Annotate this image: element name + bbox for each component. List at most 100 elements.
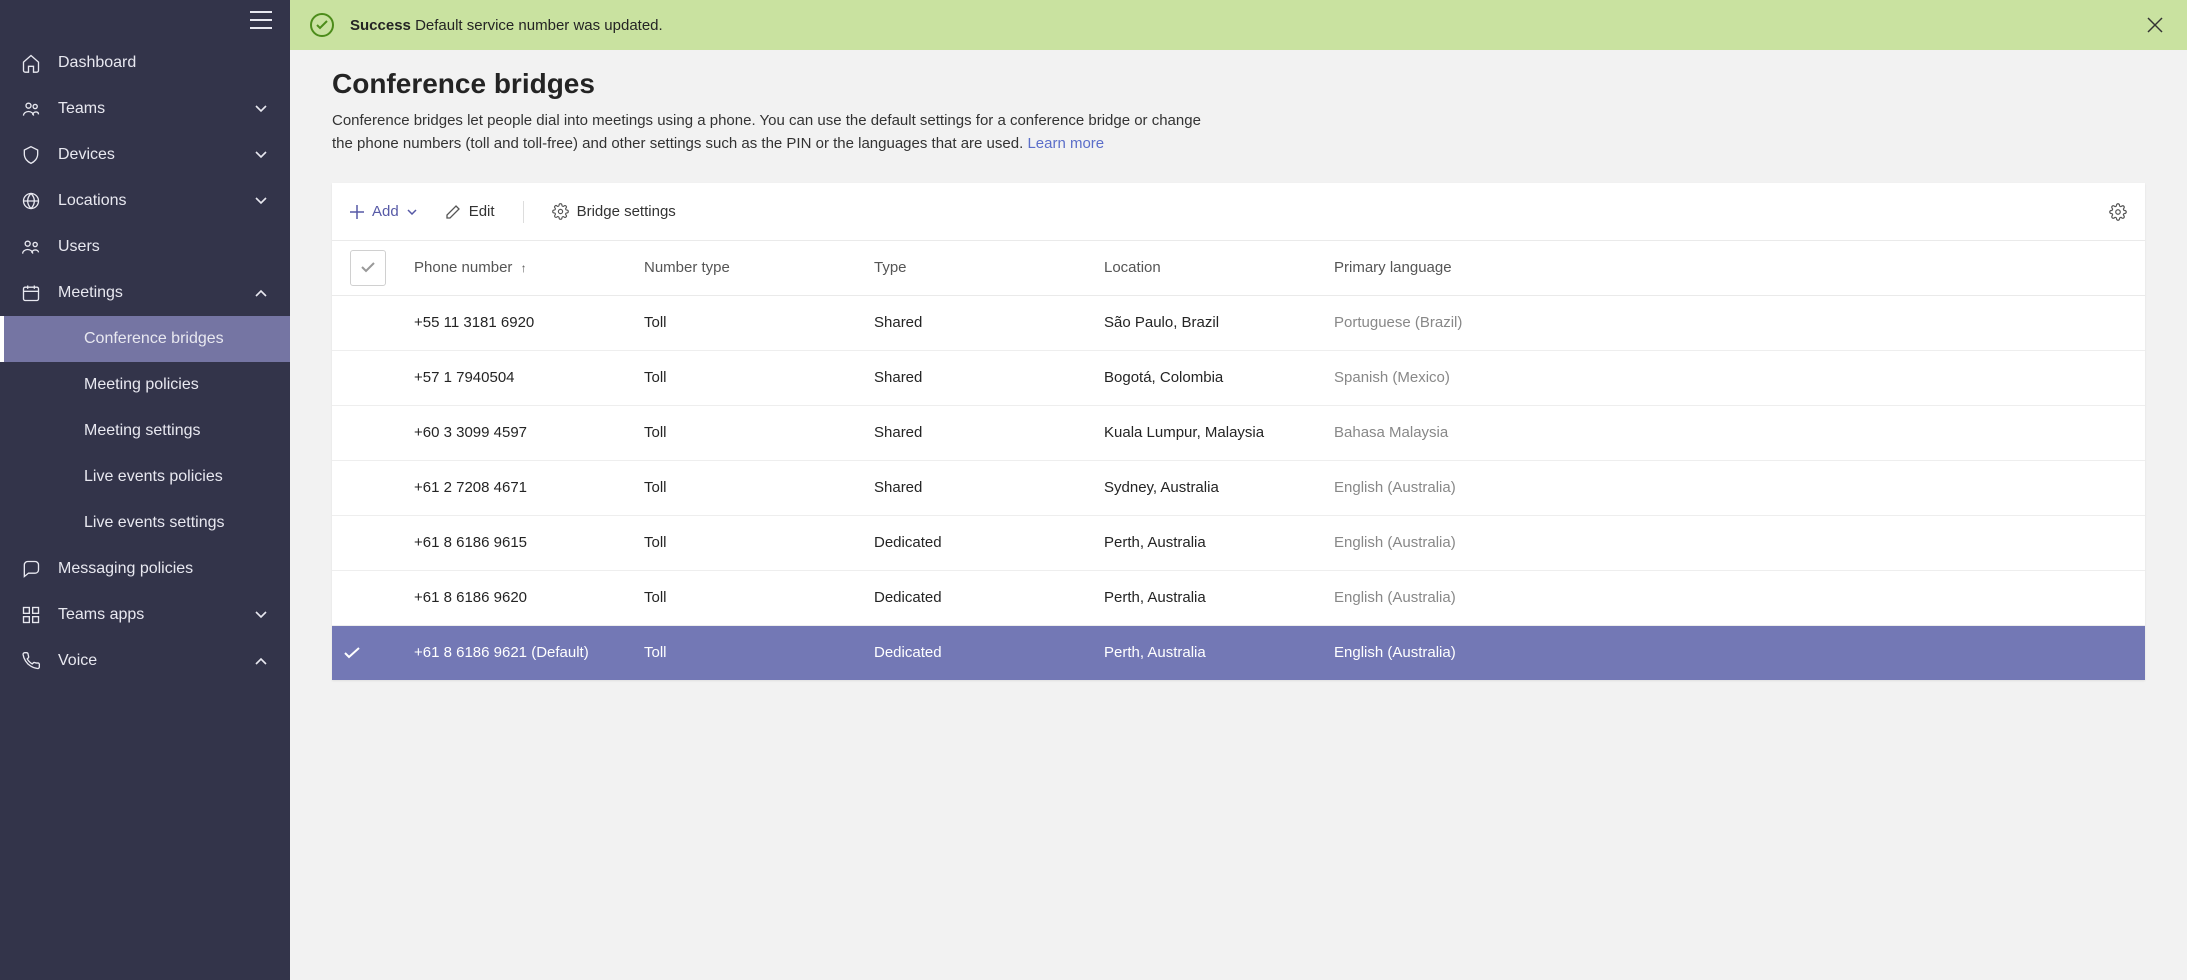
- cell-phone: +57 1 7940504: [402, 350, 632, 405]
- chevron-down-icon: [252, 192, 270, 210]
- plus-icon: [350, 205, 364, 219]
- sidebar-item-devices[interactable]: Devices: [0, 132, 290, 178]
- row-check[interactable]: [332, 295, 402, 350]
- learn-more-link[interactable]: Learn more: [1027, 135, 1104, 152]
- sidebar-item-label: Messaging policies: [58, 560, 270, 578]
- sidebar-item-teams-apps[interactable]: Teams apps: [0, 592, 290, 638]
- chevron-down-icon: [252, 606, 270, 624]
- page-title: Conference bridges: [332, 68, 2145, 100]
- cell-language: English (Australia): [1322, 515, 2145, 570]
- sidebar-item-messaging-policies[interactable]: Messaging policies: [0, 546, 290, 592]
- cell-language: English (Australia): [1322, 460, 2145, 515]
- cell-location: Perth, Australia: [1092, 570, 1322, 625]
- row-check[interactable]: [332, 460, 402, 515]
- check-icon: [344, 647, 360, 659]
- success-check-icon: [310, 13, 334, 37]
- banner-strong: Success: [350, 17, 411, 34]
- cell-phone: +55 11 3181 6920: [402, 295, 632, 350]
- content: Conference bridges Conference bridges le…: [290, 50, 2187, 980]
- home-icon: [20, 52, 42, 74]
- success-banner: Success Default service number was updat…: [290, 0, 2187, 50]
- gear-icon: [552, 203, 569, 220]
- cell-phone: +60 3 3099 4597: [402, 405, 632, 460]
- table-row[interactable]: +61 8 6186 9620TollDedicatedPerth, Austr…: [332, 570, 2145, 625]
- edit-button[interactable]: Edit: [445, 203, 495, 220]
- sidebar-item-label: Meetings: [58, 284, 252, 302]
- table-row[interactable]: +60 3 3099 4597TollSharedKuala Lumpur, M…: [332, 405, 2145, 460]
- row-check[interactable]: [332, 350, 402, 405]
- sidebar-item-label: Locations: [58, 192, 252, 210]
- cell-number-type: Toll: [632, 460, 862, 515]
- cell-type: Dedicated: [862, 625, 1092, 680]
- banner-close-button[interactable]: [2143, 13, 2167, 37]
- cell-phone: +61 8 6186 9615: [402, 515, 632, 570]
- add-label: Add: [372, 203, 399, 220]
- col-primary-language[interactable]: Primary language: [1322, 241, 2145, 295]
- toolbar: Add Edit Bridge settings: [332, 183, 2145, 241]
- col-phone-number[interactable]: Phone number ↑: [402, 241, 632, 295]
- row-check[interactable]: [332, 515, 402, 570]
- table-row[interactable]: +61 8 6186 9621 (Default)TollDedicatedPe…: [332, 625, 2145, 680]
- row-check[interactable]: [332, 405, 402, 460]
- sidebar-subitem-conference-bridges[interactable]: Conference bridges: [0, 316, 290, 362]
- cell-location: Sydney, Australia: [1092, 460, 1322, 515]
- col-location[interactable]: Location: [1092, 241, 1322, 295]
- col-number-type[interactable]: Number type: [632, 241, 862, 295]
- add-button[interactable]: Add: [350, 203, 417, 220]
- sidebar-item-voice[interactable]: Voice: [0, 638, 290, 684]
- sidebar-item-label: Teams: [58, 100, 252, 118]
- sidebar-item-users[interactable]: Users: [0, 224, 290, 270]
- hamburger-icon: [250, 11, 272, 29]
- col-type[interactable]: Type: [862, 241, 1092, 295]
- chevron-up-icon: [252, 284, 270, 302]
- sidebar: Dashboard Teams Devices Locations Users Meeti…: [0, 0, 290, 980]
- bridge-panel: Add Edit Bridge settings: [332, 183, 2145, 680]
- pencil-icon: [445, 204, 461, 220]
- cell-number-type: Toll: [632, 295, 862, 350]
- sidebar-item-dashboard[interactable]: Dashboard: [0, 40, 290, 86]
- select-all-checkbox[interactable]: [350, 250, 386, 286]
- table-row[interactable]: +57 1 7940504TollSharedBogotá, ColombiaS…: [332, 350, 2145, 405]
- cell-language: English (Australia): [1322, 570, 2145, 625]
- cell-language: Portuguese (Brazil): [1322, 295, 2145, 350]
- sidebar-subitem-live-events-policies[interactable]: Live events policies: [0, 454, 290, 500]
- cell-type: Dedicated: [862, 570, 1092, 625]
- chevron-down-icon: [252, 100, 270, 118]
- sidebar-item-locations[interactable]: Locations: [0, 178, 290, 224]
- check-icon: [361, 262, 375, 273]
- chat-icon: [20, 558, 42, 580]
- sidebar-item-meetings[interactable]: Meetings: [0, 270, 290, 316]
- sidebar-subitem-meeting-policies[interactable]: Meeting policies: [0, 362, 290, 408]
- cell-location: Bogotá, Colombia: [1092, 350, 1322, 405]
- cell-type: Shared: [862, 405, 1092, 460]
- cell-phone: +61 8 6186 9621 (Default): [402, 625, 632, 680]
- cell-location: Perth, Australia: [1092, 515, 1322, 570]
- bridge-settings-label: Bridge settings: [577, 203, 676, 220]
- cell-location: Kuala Lumpur, Malaysia: [1092, 405, 1322, 460]
- sidebar-item-label: Devices: [58, 146, 252, 164]
- table-row[interactable]: +61 8 6186 9615TollDedicatedPerth, Austr…: [332, 515, 2145, 570]
- table-row[interactable]: +55 11 3181 6920TollSharedSão Paulo, Bra…: [332, 295, 2145, 350]
- cell-location: São Paulo, Brazil: [1092, 295, 1322, 350]
- cell-location: Perth, Australia: [1092, 625, 1322, 680]
- sidebar-subitem-meeting-settings[interactable]: Meeting settings: [0, 408, 290, 454]
- cell-number-type: Toll: [632, 570, 862, 625]
- row-check[interactable]: [332, 625, 402, 680]
- globe-icon: [20, 190, 42, 212]
- col-phone-label: Phone number: [414, 259, 512, 276]
- apps-icon: [20, 604, 42, 626]
- hamburger-button[interactable]: [0, 0, 290, 40]
- sidebar-subitem-live-events-settings[interactable]: Live events settings: [0, 500, 290, 546]
- cell-type: Shared: [862, 460, 1092, 515]
- chevron-down-icon: [407, 209, 417, 215]
- table-row[interactable]: +61 2 7208 4671TollSharedSydney, Austral…: [332, 460, 2145, 515]
- cell-type: Dedicated: [862, 515, 1092, 570]
- phone-icon: [20, 650, 42, 672]
- cell-type: Shared: [862, 295, 1092, 350]
- bridge-settings-button[interactable]: Bridge settings: [552, 203, 676, 220]
- row-check[interactable]: [332, 570, 402, 625]
- sidebar-item-teams[interactable]: Teams: [0, 86, 290, 132]
- table-settings-button[interactable]: [2109, 203, 2127, 221]
- main-area: Success Default service number was updat…: [290, 0, 2187, 980]
- close-icon: [2147, 17, 2163, 33]
